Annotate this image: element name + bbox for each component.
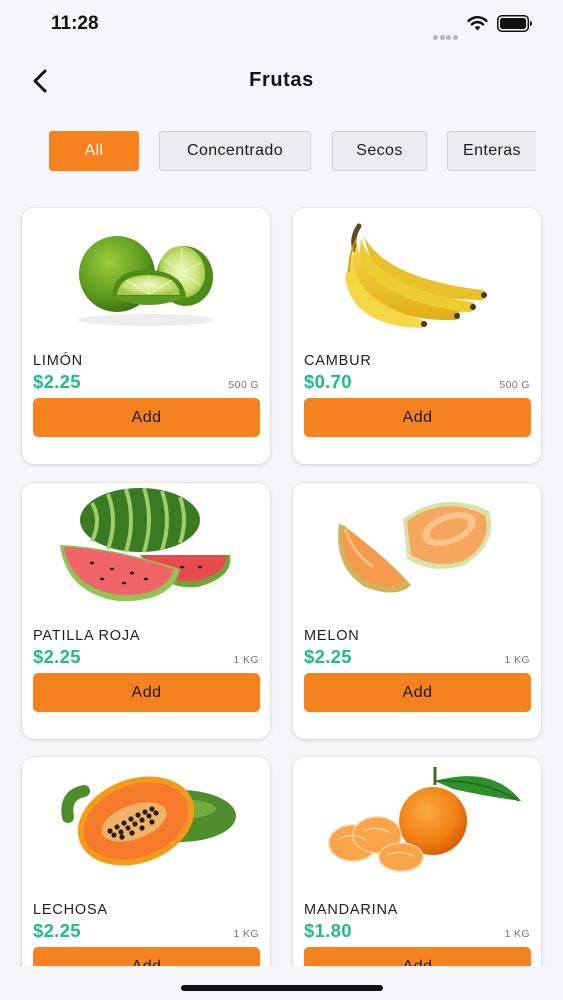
tangerine-image [328, 767, 521, 872]
product-name: LIMÓN [33, 353, 83, 369]
product-unit: 1 KG [504, 654, 530, 666]
add-button[interactable]: Add [33, 398, 260, 437]
product-price: $2.25 [33, 371, 81, 392]
product-card[interactable]: MELON $2.25 1 KG Add [293, 483, 541, 739]
product-unit: 500 G [499, 379, 530, 391]
product-price: $1.80 [304, 920, 352, 941]
category-tabs: All Concentrado Secos Enteras [0, 129, 536, 173]
product-unit: 1 KG [233, 928, 259, 940]
wifi-icon [467, 16, 488, 31]
tab-all[interactable]: All [49, 131, 139, 171]
product-unit: 1 KG [233, 654, 259, 666]
papaya-image [61, 776, 236, 866]
add-button[interactable]: Add [33, 673, 260, 712]
add-button[interactable]: Add [33, 947, 260, 966]
cellular-signal-icon [433, 27, 460, 40]
watermelon-image [60, 487, 231, 602]
product-price: $2.25 [304, 646, 352, 667]
product-price: $0.70 [304, 371, 352, 392]
product-price: $2.25 [33, 646, 81, 667]
page-title: Frutas [249, 69, 314, 91]
product-card[interactable]: CAMBUR $0.70 500 G Add [293, 208, 541, 464]
status-bar: 11:28 [0, 0, 563, 50]
tab-concentrado[interactable]: Concentrado [159, 131, 311, 171]
product-name: MELON [304, 628, 360, 644]
cantaloupe-image [338, 501, 492, 593]
product-name: MANDARINA [304, 902, 399, 918]
add-button[interactable]: Add [304, 947, 531, 966]
product-grid: LIMÓN $2.25 500 G Add CAMBUR $0.70 500 G… [0, 200, 563, 966]
product-card[interactable]: PATILLA ROJA $2.25 1 KG Add [22, 483, 270, 739]
product-card[interactable]: MANDARINA $1.80 1 KG Add [293, 757, 541, 966]
product-name: LECHOSA [33, 902, 108, 918]
status-time: 11:28 [51, 13, 99, 34]
product-unit: 1 KG [504, 928, 530, 940]
battery-icon [497, 15, 532, 32]
add-button[interactable]: Add [304, 398, 531, 437]
tab-enteras[interactable]: Enteras [447, 131, 536, 171]
product-unit: 500 G [228, 379, 259, 391]
tab-secos[interactable]: Secos [332, 131, 427, 171]
banana-image [345, 223, 487, 328]
product-name: PATILLA ROJA [33, 628, 141, 644]
nav-bar: Frutas [0, 58, 563, 104]
product-name: CAMBUR [304, 353, 372, 369]
home-indicator[interactable] [181, 985, 383, 991]
product-price: $2.25 [33, 920, 81, 941]
lime-image [78, 236, 214, 326]
add-button[interactable]: Add [304, 673, 531, 712]
product-card[interactable]: LECHOSA $2.25 1 KG Add [22, 757, 270, 966]
product-card[interactable]: LIMÓN $2.25 500 G Add [22, 208, 270, 464]
